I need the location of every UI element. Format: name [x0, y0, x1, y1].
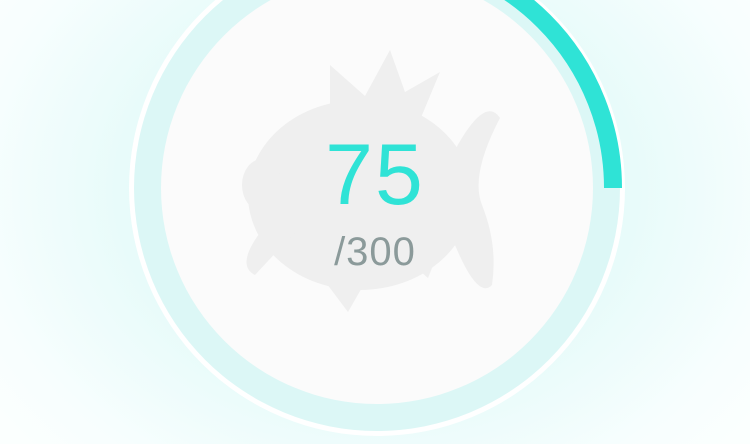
candy-count-value: 75 — [325, 127, 425, 223]
candy-count-max: /300 — [334, 230, 416, 274]
